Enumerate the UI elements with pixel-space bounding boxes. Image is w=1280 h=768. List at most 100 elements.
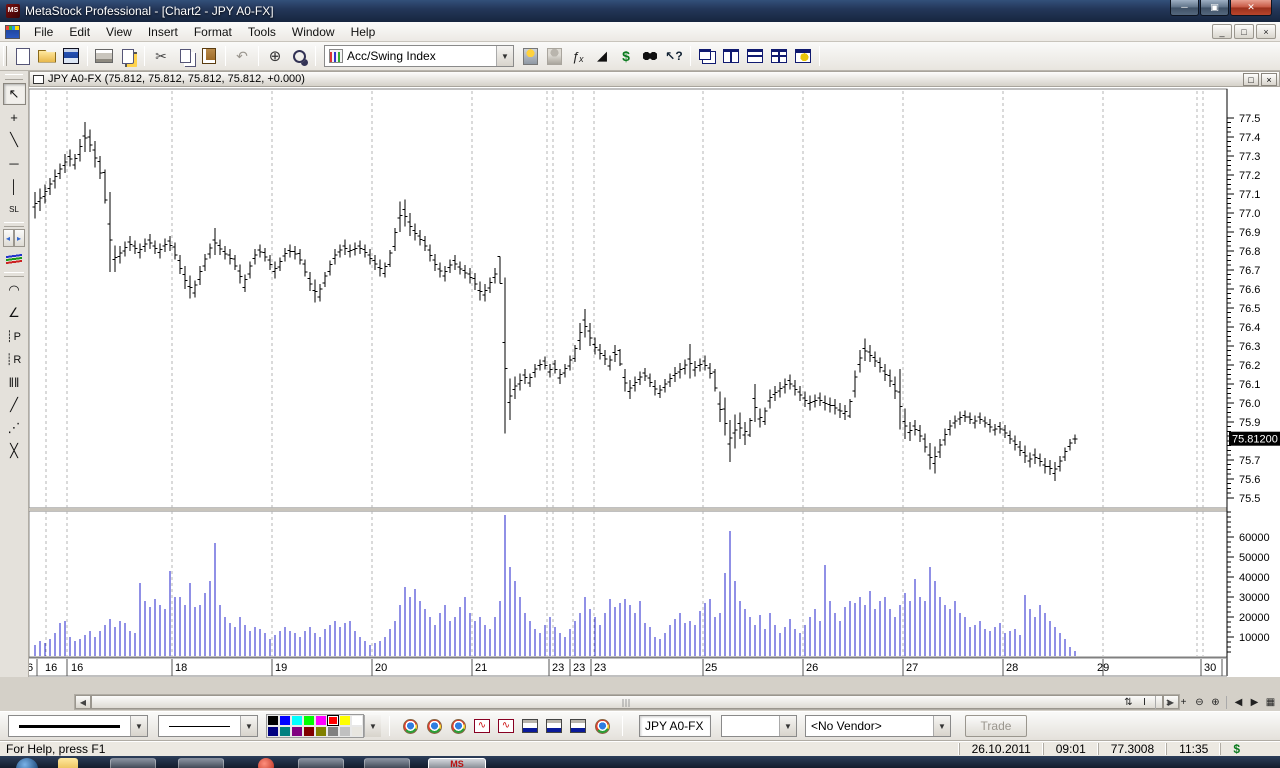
chart-style-line-icon[interactable]	[400, 716, 420, 736]
options-dollar-icon[interactable]	[615, 45, 637, 67]
fan-lines-icon[interactable]: ∠	[3, 302, 26, 324]
close-button[interactable]: ✕	[1230, 0, 1272, 16]
print-icon[interactable]	[93, 45, 115, 67]
menu-format[interactable]: Format	[186, 23, 240, 41]
zoom-page-icon[interactable]	[288, 45, 310, 67]
scroll-chart-right-icon[interactable]: ▸	[14, 229, 25, 247]
arc-icon[interactable]: ◠	[3, 279, 26, 301]
crosshair-tool-icon[interactable]: +	[3, 106, 26, 128]
taskbar-folder-icon[interactable]	[58, 758, 78, 768]
indicator-builder-icon[interactable]	[567, 45, 589, 67]
color-swatch-9[interactable]	[279, 726, 291, 737]
menu-tools[interactable]: Tools	[240, 23, 284, 41]
scrollbar-thumb[interactable]	[91, 695, 1163, 709]
expert-advisor-icon[interactable]	[519, 45, 541, 67]
child-close-button[interactable]: ×	[1256, 24, 1276, 39]
line-style-dropdown[interactable]: ▼	[240, 716, 257, 736]
tile-vertical-icon[interactable]	[720, 45, 742, 67]
open-icon[interactable]	[36, 45, 58, 67]
window-options-icon[interactable]	[792, 45, 814, 67]
menu-insert[interactable]: Insert	[140, 23, 186, 41]
line-weight-combo[interactable]: ▼	[8, 715, 148, 737]
multi-trendline-icon[interactable]	[3, 248, 26, 270]
color-swatch-5[interactable]	[327, 715, 339, 726]
taskbar-app-2[interactable]	[178, 758, 224, 768]
line-weight-dropdown[interactable]: ▼	[130, 716, 147, 736]
cascade-windows-icon[interactable]	[696, 45, 718, 67]
color-swatch-11[interactable]	[303, 726, 315, 737]
undo-icon[interactable]	[231, 45, 253, 67]
color-swatch-1[interactable]	[279, 715, 291, 726]
toolbar-grip[interactable]	[3, 46, 7, 66]
color-swatch-8[interactable]	[267, 726, 279, 737]
expert-commentary-icon[interactable]	[543, 45, 565, 67]
vertical-grid-icon[interactable]: ‖‖	[3, 371, 26, 393]
fib-projection-icon[interactable]	[3, 325, 26, 347]
refresh-data-icon[interactable]	[592, 716, 612, 736]
indicator-quicklist-dropdown[interactable]: ▼	[496, 46, 513, 66]
zoom-out-button[interactable]: ⊖	[1192, 695, 1207, 710]
page-left-button[interactable]: ◀	[1231, 695, 1246, 710]
taskbar-app-3-icon[interactable]	[258, 758, 274, 768]
pointer-tool-icon[interactable]: ↖	[3, 83, 26, 105]
color-swatch-12[interactable]	[315, 726, 327, 737]
period-monthly-icon[interactable]	[568, 716, 588, 736]
vendor-combo[interactable]: <No Vendor> ▼	[805, 715, 951, 737]
apply-template-icon[interactable]: ∿	[496, 716, 516, 736]
child-restore-button[interactable]: □	[1234, 24, 1254, 39]
color-swatch-10[interactable]	[291, 726, 303, 737]
period-daily-icon[interactable]	[520, 716, 540, 736]
gann-fan-icon[interactable]: ⋰	[3, 417, 26, 439]
interval-combo[interactable]: ▼	[721, 715, 797, 737]
tile-grid-icon[interactable]	[768, 45, 790, 67]
chart-restore-button[interactable]: □	[1243, 73, 1259, 86]
expand-vertical-button[interactable]: ↕	[1160, 695, 1175, 710]
child-minimize-button[interactable]: _	[1212, 24, 1232, 39]
stop-level-icon[interactable]: SL	[3, 198, 26, 220]
paste-icon[interactable]	[198, 45, 220, 67]
grid-toggle-button[interactable]: ▦	[1263, 695, 1278, 710]
color-swatch-0[interactable]	[267, 715, 279, 726]
explorer-icon[interactable]	[639, 45, 661, 67]
crosshair-icon[interactable]	[264, 45, 286, 67]
horizontal-scrollbar[interactable]: ◀ ▶	[74, 694, 1180, 710]
chart-window-titlebar[interactable]: JPY A0-FX (75.812, 75.812, 75.812, 75.81…	[29, 71, 1280, 87]
crosshatch-icon[interactable]: ╳	[3, 440, 26, 462]
windows-taskbar[interactable]: MS	[0, 756, 1280, 768]
minimize-button[interactable]: ─	[1170, 0, 1199, 16]
chart-window-icon[interactable]	[5, 25, 20, 39]
palette-grip[interactable]	[5, 74, 23, 80]
line-style-combo[interactable]: ▼	[158, 715, 258, 737]
color-swatch-14[interactable]	[339, 726, 351, 737]
trendline-icon[interactable]: ╲	[3, 129, 26, 151]
symbol-input[interactable]: JPY A0-FX	[639, 715, 711, 737]
color-swatch-2[interactable]	[291, 715, 303, 726]
color-swatch-3[interactable]	[303, 715, 315, 726]
start-orb-icon[interactable]	[16, 758, 38, 768]
vertical-line-icon[interactable]: │	[3, 175, 26, 197]
color-swatch-7[interactable]	[351, 715, 363, 726]
color-swatch-13[interactable]	[327, 726, 339, 737]
menu-window[interactable]: Window	[284, 23, 343, 41]
taskbar-metastock-button[interactable]: MS	[428, 758, 486, 768]
page-right-button[interactable]: ▶	[1247, 695, 1262, 710]
system-tester-icon[interactable]	[591, 45, 613, 67]
scroll-left-arrow[interactable]: ◀	[75, 695, 91, 709]
indicator-quicklist[interactable]: Acc/Swing Index ▼	[324, 45, 514, 67]
menu-edit[interactable]: Edit	[61, 23, 98, 41]
scale-price-button[interactable]: ⇅	[1121, 695, 1136, 710]
save-icon[interactable]	[60, 45, 82, 67]
context-help-icon[interactable]	[663, 45, 685, 67]
indicator-cursor-button[interactable]: I	[1137, 695, 1152, 710]
chart-canvas[interactable]: 75.575.675.775.875.976.076.176.276.376.4…	[29, 87, 1280, 677]
trade-button[interactable]: Trade	[965, 715, 1027, 737]
taskbar-app-1[interactable]	[110, 758, 156, 768]
trend-up-icon[interactable]: ╱	[3, 394, 26, 416]
menu-file[interactable]: File	[26, 23, 61, 41]
tile-horizontal-icon[interactable]	[744, 45, 766, 67]
zoom-in-button[interactable]: ⊕	[1208, 695, 1223, 710]
taskbar-app-5[interactable]	[364, 758, 410, 768]
fib-retracement-icon[interactable]	[3, 348, 26, 370]
new-icon[interactable]	[12, 45, 34, 67]
new-inner-window-icon[interactable]: ∿	[472, 716, 492, 736]
